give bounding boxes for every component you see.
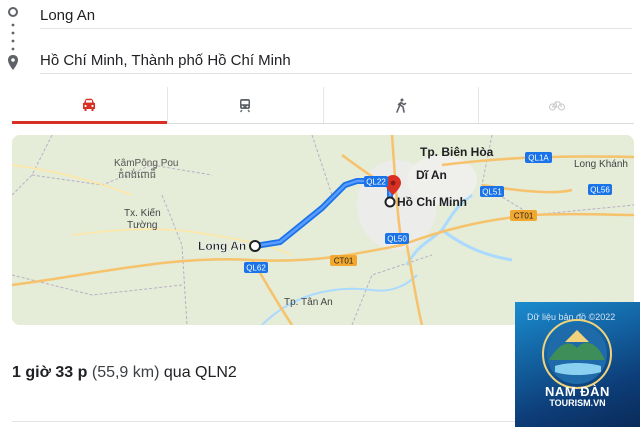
- svg-text:CT01: CT01: [514, 212, 534, 221]
- origin-input[interactable]: Long An: [40, 4, 632, 29]
- place-label-tx-kien: Tx. Kiến: [124, 207, 161, 219]
- directions-panel: Long An Hồ Chí Minh, Thành phố Hồ Chí Mi…: [0, 0, 640, 80]
- car-icon: [83, 98, 96, 111]
- svg-text:QL56: QL56: [590, 186, 610, 195]
- place-label-tuong: Tường: [127, 220, 157, 231]
- place-label-bien-hoa: Tp. Biên Hòa: [420, 145, 494, 159]
- road-shield-ql1a: QL1A: [525, 152, 552, 163]
- road-shield-ql50: QL50: [385, 233, 409, 244]
- road-shield-ql51: QL51: [480, 186, 504, 197]
- road-shield-ql62: QL62: [244, 262, 268, 273]
- place-label-tan-an: Tp. Tân An: [284, 297, 333, 308]
- watermark-emblem-icon: [542, 319, 612, 389]
- svg-text:CT01: CT01: [334, 257, 354, 266]
- route-via: qua QLN2: [163, 364, 237, 381]
- train-icon: [240, 98, 251, 112]
- destination-input[interactable]: Hồ Chí Minh, Thành phố Hồ Chí Minh: [40, 49, 632, 74]
- svg-text:QL50: QL50: [387, 235, 407, 244]
- route-distance: (55,9 km): [91, 364, 160, 381]
- road-shield-ct01-west: CT01: [330, 255, 357, 266]
- svg-text:QL1A: QL1A: [528, 154, 549, 163]
- route-map[interactable]: QL1A QL22 QL51 QL56 CT01 QL50 CT01 QL62: [12, 135, 634, 325]
- place-label-di-an: Dĩ An: [416, 168, 447, 182]
- svg-text:QL51: QL51: [482, 188, 502, 197]
- svg-text:QL22: QL22: [366, 178, 386, 187]
- watermark-site: TOURISM.VN: [549, 398, 606, 408]
- walking-icon: [396, 98, 407, 113]
- travel-mode-tabs: [12, 87, 634, 124]
- tab-driving[interactable]: [12, 87, 168, 124]
- destination-marker: [384, 196, 396, 208]
- route-duration: 1 giờ 33 p: [12, 364, 88, 381]
- svg-text:QL62: QL62: [246, 264, 266, 273]
- tab-cycling[interactable]: [479, 87, 634, 123]
- road-shield-ql56: QL56: [588, 184, 612, 195]
- tab-transit[interactable]: [168, 87, 324, 123]
- place-label-ho-chi-minh: Hồ Chí Minh: [397, 195, 467, 209]
- place-label-kampong: KâmPông Pou: [114, 158, 179, 169]
- route-summary[interactable]: 1 giờ 33 p (55,9 km) qua QLN2: [12, 364, 237, 382]
- place-label-long-an: Long An: [198, 239, 246, 253]
- place-label-long-khanh: Long Khánh: [574, 159, 628, 170]
- watermark-brand: NAM ĐÀN: [545, 384, 610, 399]
- watermark-logo: Dữ liệu bản đồ ©2022 NAM ĐÀN TOURISM.VN: [515, 302, 640, 427]
- place-label-kampong-khmer: កំពង់ពោធិ៍: [118, 167, 157, 181]
- map-canvas: QL1A QL22 QL51 QL56 CT01 QL50 CT01 QL62: [12, 135, 634, 325]
- origin-marker[interactable]: [249, 240, 261, 252]
- bicycle-icon: [548, 101, 565, 111]
- road-shield-ct01-east: CT01: [510, 210, 537, 221]
- road-shield-ql22: QL22: [364, 176, 388, 187]
- route-connector-icon: [8, 7, 18, 70]
- tab-walking[interactable]: [324, 87, 480, 123]
